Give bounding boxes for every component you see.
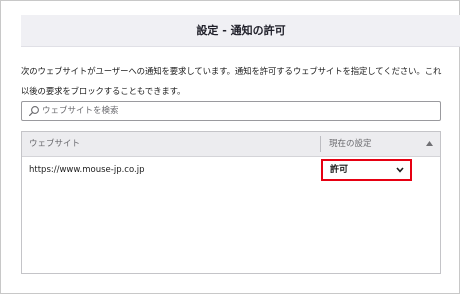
chevron-down-icon — [396, 167, 404, 173]
dialog-title: 設定 - 通知の許可 — [21, 15, 460, 47]
search-icon — [29, 106, 39, 116]
sites-table: ウェブサイト 現在の設定 https://www.mouse-jp.co.jp … — [21, 131, 441, 274]
column-header-status[interactable]: 現在の設定 — [329, 132, 372, 156]
search-box[interactable] — [21, 101, 441, 121]
permission-select[interactable]: 許可 — [321, 159, 412, 181]
column-header-website[interactable]: ウェブサイト — [29, 132, 80, 156]
table-row[interactable]: https://www.mouse-jp.co.jp 許可 — [22, 157, 440, 183]
website-cell: https://www.mouse-jp.co.jp — [29, 165, 145, 175]
permission-value: 許可 — [330, 165, 349, 175]
caret-up-icon[interactable] — [426, 141, 433, 146]
search-input[interactable] — [42, 103, 432, 119]
settings-panel: 設定 - 通知の許可 次のウェブサイトがユーザーへの通知を要求しています。通知を… — [0, 0, 460, 294]
table-header: ウェブサイト 現在の設定 — [22, 132, 440, 157]
column-divider[interactable] — [320, 136, 321, 152]
description-text: 次のウェブサイトがユーザーへの通知を要求しています。通知を許可するウェブサイトを… — [21, 66, 442, 96]
